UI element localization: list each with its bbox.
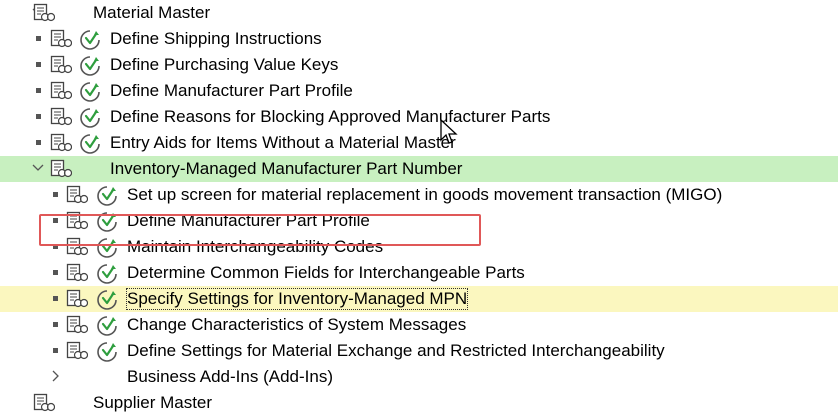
documentation-icon[interactable]: [33, 3, 56, 23]
tree-node[interactable]: Determine Common Fields for Interchangea…: [0, 260, 838, 286]
documentation-icon[interactable]: [50, 55, 73, 75]
tree-node-label[interactable]: Change Characteristics of System Message…: [127, 315, 466, 335]
documentation-icon[interactable]: [50, 81, 73, 101]
documentation-icon[interactable]: [50, 133, 73, 153]
tree-node-label[interactable]: Inventory-Managed Manufacturer Part Numb…: [110, 159, 462, 179]
img-tree: Material Master Define Shipping Instructi…: [0, 0, 838, 413]
documentation-icon[interactable]: [50, 159, 73, 179]
tree-node-label[interactable]: Supplier Master: [93, 393, 212, 413]
tree-node-label[interactable]: Specify Settings for Inventory-Managed M…: [125, 288, 469, 310]
bullet-icon: [36, 140, 41, 145]
execute-icon[interactable]: [79, 29, 101, 51]
tree-node[interactable]: Set up screen for material replacement i…: [0, 182, 838, 208]
tree-node[interactable]: Material Master: [0, 0, 838, 26]
mouse-cursor-icon: [440, 118, 458, 144]
tree-node[interactable]: Define Shipping Instructions: [0, 26, 838, 52]
bullet-icon: [53, 348, 58, 353]
documentation-icon[interactable]: [66, 341, 89, 361]
bullet-icon: [36, 88, 41, 93]
execute-icon[interactable]: [79, 107, 101, 129]
execute-icon[interactable]: [79, 81, 101, 103]
bullet-icon: [53, 296, 58, 301]
execute-icon[interactable]: [96, 289, 118, 311]
execute-icon[interactable]: [96, 341, 118, 363]
red-annotation-box: [39, 214, 481, 246]
tree-node[interactable]: Business Add-Ins (Add-Ins): [0, 364, 838, 390]
chevron-right-icon[interactable]: [49, 366, 61, 386]
execute-icon[interactable]: [96, 315, 118, 337]
bullet-icon: [53, 192, 58, 197]
tree-node-label[interactable]: Define Shipping Instructions: [110, 29, 322, 49]
execute-icon[interactable]: [96, 263, 118, 285]
bullet-icon: [36, 62, 41, 67]
execute-icon[interactable]: [79, 55, 101, 77]
tree-node-label[interactable]: Determine Common Fields for Interchangea…: [127, 263, 525, 283]
tree-node[interactable]: Change Characteristics of System Message…: [0, 312, 838, 338]
bullet-icon: [36, 36, 41, 41]
tree-node-label[interactable]: Material Master: [93, 3, 210, 23]
tree-node[interactable]: Define Purchasing Value Keys: [0, 52, 838, 78]
tree-node-label[interactable]: Entry Aids for Items Without a Material …: [110, 133, 456, 153]
execute-icon[interactable]: [96, 185, 118, 207]
documentation-icon[interactable]: [66, 263, 89, 283]
documentation-icon[interactable]: [66, 185, 89, 205]
tree-node[interactable]: Define Reasons for Blocking Approved Man…: [0, 104, 838, 130]
documentation-icon[interactable]: [33, 393, 56, 413]
tree-node-label[interactable]: Define Purchasing Value Keys: [110, 55, 338, 75]
chevron-down-icon[interactable]: [32, 158, 44, 178]
bullet-icon: [53, 322, 58, 327]
tree-node[interactable]: Entry Aids for Items Without a Material …: [0, 130, 838, 156]
tree-node[interactable]: Specify Settings for Inventory-Managed M…: [0, 286, 838, 312]
tree-node[interactable]: Inventory-Managed Manufacturer Part Numb…: [0, 156, 838, 182]
tree-node-label[interactable]: Set up screen for material replacement i…: [127, 185, 722, 205]
documentation-icon[interactable]: [66, 289, 89, 309]
execute-icon[interactable]: [79, 133, 101, 155]
bullet-icon: [53, 270, 58, 275]
tree-node-label[interactable]: Define Manufacturer Part Profile: [110, 81, 353, 101]
documentation-icon[interactable]: [50, 107, 73, 127]
documentation-icon[interactable]: [66, 315, 89, 335]
tree-node[interactable]: Supplier Master: [0, 390, 838, 416]
tree-node-label[interactable]: Business Add-Ins (Add-Ins): [127, 367, 333, 387]
tree-node-label[interactable]: Define Reasons for Blocking Approved Man…: [110, 107, 550, 127]
documentation-icon[interactable]: [50, 29, 73, 49]
tree-node[interactable]: Define Settings for Material Exchange an…: [0, 338, 838, 364]
tree-node-label[interactable]: Define Settings for Material Exchange an…: [127, 341, 665, 361]
bullet-icon: [36, 114, 41, 119]
tree-node[interactable]: Define Manufacturer Part Profile: [0, 78, 838, 104]
